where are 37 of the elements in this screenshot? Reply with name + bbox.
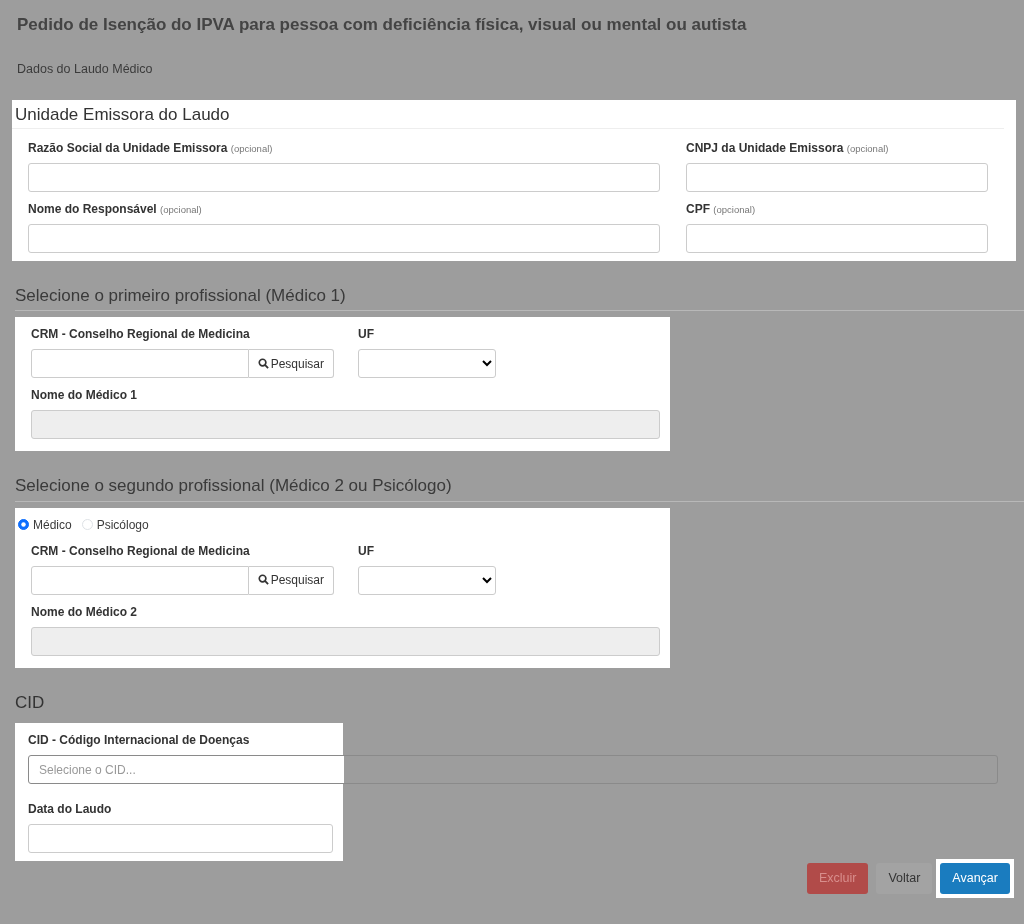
section-heading: Selecione o segundo profissional (Médico 2 ou Psicólogo) [15, 473, 1024, 502]
uf-select[interactable] [358, 349, 496, 379]
field-label: Data do Laudo [28, 801, 113, 819]
field-label: UF [358, 542, 375, 560]
field-label: CRM - Conselho Regional de Medicina [31, 542, 251, 560]
page-title: Pedido de Isenção do IPVA para pessoa com deficiência física, visual ou mental ou autista [17, 14, 748, 36]
field-label: UF [358, 326, 375, 344]
section-heading: CID [15, 691, 46, 714]
field-label: CNPJ da Unidade Emissora (opcional) [686, 139, 890, 157]
search-icon [257, 357, 269, 369]
text-input[interactable] [28, 223, 660, 253]
search-icon [257, 574, 269, 586]
action-button[interactable]: Avançar [940, 863, 1010, 894]
text-input[interactable] [686, 223, 988, 253]
section-heading: Selecione o primeiro profissional (Médico 1) [15, 282, 1024, 312]
action-button[interactable]: Voltar [876, 863, 933, 894]
radio-button[interactable] [18, 519, 29, 531]
radio-label: Médico [33, 516, 72, 534]
field-label: CRM - Conselho Regional de Medicina [31, 326, 251, 344]
crm-input[interactable] [31, 349, 249, 379]
field-label: Nome do Médico 2 [31, 603, 138, 621]
section-subtitle: Dados do Laudo Médico [17, 60, 154, 78]
cid-select[interactable]: Selecione o CID... [28, 755, 998, 785]
search-button[interactable]: Pesquisar [248, 565, 334, 595]
field-label: CPF (opcional) [686, 200, 757, 218]
field-label: Razão Social da Unidade Emissora (opcional) [28, 139, 274, 157]
uf-select[interactable] [358, 565, 496, 595]
search-button[interactable]: Pesquisar [248, 349, 334, 379]
text-input[interactable] [686, 162, 988, 192]
section-heading: Unidade Emissora do Laudo [12, 102, 1004, 129]
field-label: Nome do Médico 1 [31, 387, 138, 405]
radio-label: Psicólogo [96, 516, 149, 534]
crm-input[interactable] [31, 565, 249, 595]
text-input[interactable] [28, 162, 660, 192]
date-input[interactable] [28, 824, 333, 854]
field-label: CID - Código Internacional de Doenças [28, 732, 251, 750]
field-label: Nome do Responsável (opcional) [28, 200, 203, 218]
